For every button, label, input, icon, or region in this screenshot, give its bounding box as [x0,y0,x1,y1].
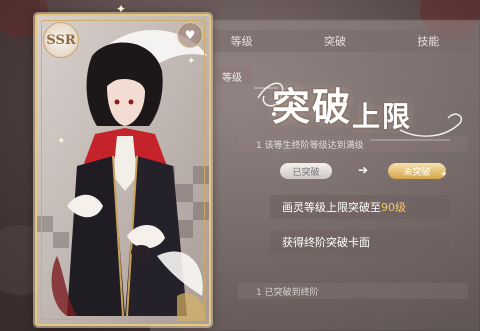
level-cap-info: 画灵等级上限突破至 90级 [270,195,450,219]
game-screen: 等级 突破 技能 等级 突破上限 1 该等生终阶等级达到满级 已突破 ➔ 未突破… [0,0,480,331]
bottom-note-row: 1 已突破到终阶 [238,283,468,299]
tab-skills[interactable]: 技能 [409,33,447,49]
tab-breakthrough[interactable]: 突破 [316,33,354,49]
level-cap-value: 90级 [381,201,406,214]
card-face-text: 获得终阶突破卡面 [282,236,370,249]
breakthrough-state: 已突破 ➔ 未突破 [270,160,460,184]
requirement-row: 1 该等生终阶等级达到满级 [238,136,468,152]
sparkle-icon: ✦ [116,2,127,16]
card-face-info: 获得终阶突破卡面 [270,230,450,254]
level-cap-text: 画灵等级上限突破至 [282,201,381,214]
state-from-pill: 已突破 [280,163,332,179]
title-main: 突破 [272,84,353,129]
arrow-right-icon: ➔ [358,163,369,177]
level-chip: 等级 [212,68,252,84]
ssr-badge: SSR [43,22,79,58]
title-rest: 上限 [352,100,413,133]
heart-icon[interactable]: ♥ [177,22,203,48]
state-to-pill: 未突破 [388,163,446,179]
requirement-text: 1 该等生终阶等级达到满级 [256,141,364,151]
sparkle-icon: ✦ [187,56,196,67]
card-frame [41,20,205,320]
ssr-label: SSR [46,32,76,48]
sparkle-icon: ✦ [440,170,448,180]
tab-bar: 等级 突破 技能 [195,30,475,52]
page-title: 突破上限 [272,76,413,133]
bottom-note-text: 1 已突破到终阶 [256,288,319,298]
tab-level[interactable]: 等级 [223,33,261,49]
sparkle-icon: ✦ [57,136,66,147]
character-card[interactable]: SSR ♥ ✦ ✦ [35,14,211,326]
